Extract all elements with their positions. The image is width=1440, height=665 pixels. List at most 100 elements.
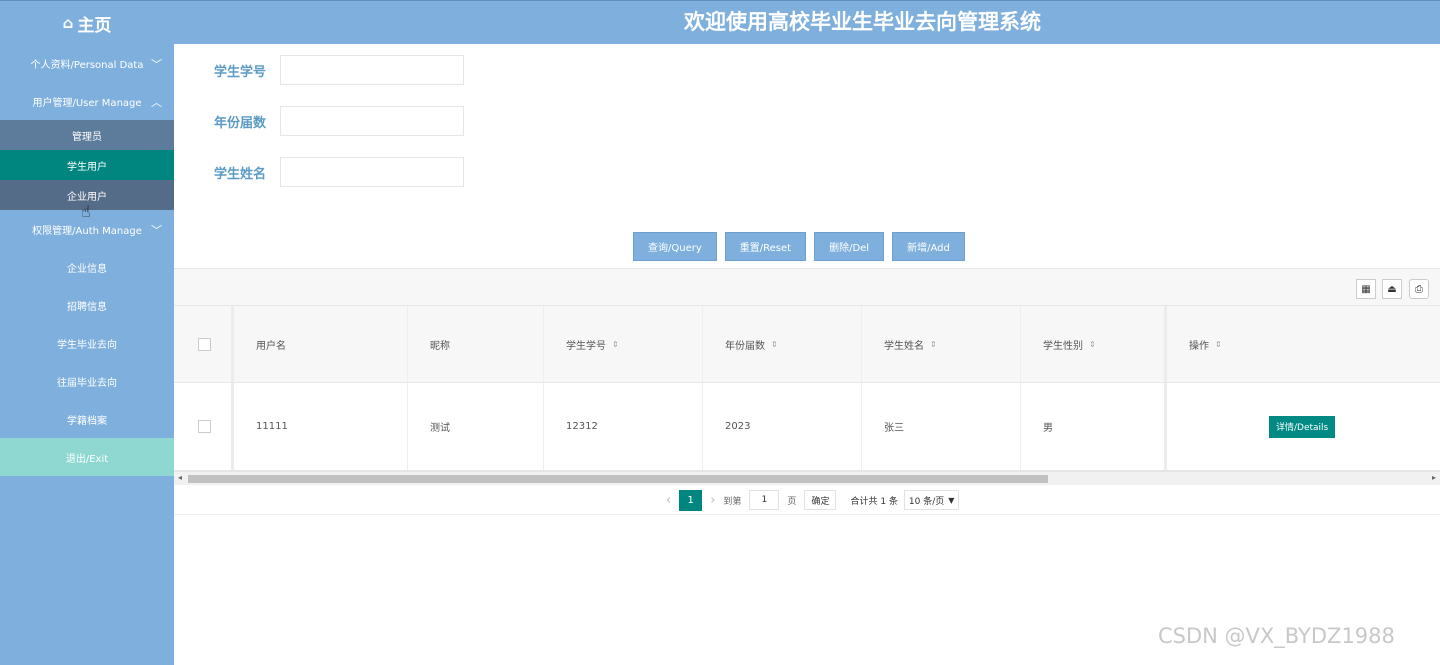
column-header-username[interactable]: 用户名 (234, 306, 408, 382)
chevron-down-icon: ▼ (948, 495, 955, 505)
horizontal-scrollbar[interactable]: ◂ ▸ (174, 471, 1440, 485)
cell-username: 11111 (234, 383, 408, 470)
export-icon[interactable]: ⏏ (1382, 279, 1402, 299)
column-header-actions[interactable]: 操作 ⇕ (1167, 306, 1440, 382)
hand-cursor-icon: ☝ (81, 202, 91, 221)
divider (174, 514, 1440, 515)
sidebar-item-exit[interactable]: 退出/Exit (0, 438, 174, 476)
sidebar-item-label: 个人资料/Personal Data (30, 59, 144, 71)
data-table: 用户名 昵称 学生学号 ⇕ 年份届数 ⇕ 学生姓名 ⇕ 学生性别 ⇕ 操作 ⇕ … (174, 306, 1440, 471)
sort-icon[interactable]: ⇕ (1215, 340, 1222, 349)
column-header-gender[interactable]: 学生性别 ⇕ (1021, 306, 1167, 382)
sidebar-item-personal-data[interactable]: 个人资料/Personal Data ﹀ (0, 44, 174, 82)
add-button[interactable]: 新增/Add (892, 232, 965, 261)
sidebar-item-label: 权限管理/Auth Manage (32, 225, 142, 237)
sort-icon[interactable]: ⇕ (930, 340, 937, 349)
cell-student-name: 张三 (862, 383, 1021, 470)
page-size-value: 10 条/页 (908, 496, 945, 507)
field-label: 学生姓名 (214, 166, 267, 182)
next-page-icon[interactable]: › (710, 493, 715, 508)
sidebar-item-graduate-destination[interactable]: 学生毕业去向 (0, 324, 174, 362)
sidebar: 个人资料/Personal Data ﹀ 用户管理/User Manage ︿ … (0, 44, 174, 665)
student-no-input[interactable] (280, 55, 464, 85)
watermark: CSDN @VX_BYDZ1988 (1158, 624, 1395, 648)
row-checkbox-cell (174, 383, 234, 470)
goto-page-input[interactable]: 1 (749, 490, 780, 510)
main-content: 学生学号 年份届数 学生姓名 查询/Query 重置/Reset 删除/Del … (174, 44, 1440, 665)
sort-icon[interactable]: ⇕ (612, 340, 619, 349)
delete-button[interactable]: 删除/Del (814, 232, 885, 261)
table-toolbar: ▦ ⏏ ⎙ (174, 268, 1440, 306)
column-header-student-no[interactable]: 学生学号 ⇕ (544, 306, 703, 382)
home-icon: ⌂ (62, 14, 74, 32)
cell-year: 2023 (703, 383, 862, 470)
year-input[interactable] (280, 106, 464, 136)
reset-button[interactable]: 重置/Reset (724, 232, 807, 261)
table-header-row: 用户名 昵称 学生学号 ⇕ 年份届数 ⇕ 学生姓名 ⇕ 学生性别 ⇕ 操作 ⇕ (174, 306, 1440, 383)
table-row: 11111 测试 12312 2023 张三 男 详情/Details (174, 383, 1440, 471)
sidebar-item-student-records[interactable]: 学籍档案 (0, 400, 174, 438)
action-buttons: 查询/Query 重置/Reset 删除/Del 新增/Add (633, 232, 965, 261)
chevron-down-icon: ﹀ (151, 224, 162, 237)
column-header-label: 昵称 (430, 340, 450, 352)
cell-gender: 男 (1021, 383, 1167, 470)
select-all-checkbox[interactable] (198, 337, 211, 351)
chevron-down-icon: ﹀ (151, 58, 162, 71)
home-label: 主页 (77, 15, 112, 36)
row-checkbox[interactable] (198, 420, 211, 433)
header-checkbox-cell (174, 306, 234, 382)
column-header-label: 年份届数 (725, 340, 765, 352)
sidebar-subitem-label: 学生用户 (67, 161, 107, 173)
query-button[interactable]: 查询/Query (633, 232, 717, 261)
column-header-label: 学生姓名 (884, 340, 924, 352)
sidebar-item-label: 企业信息 (67, 263, 107, 275)
scroll-left-icon[interactable]: ◂ (178, 473, 182, 482)
column-header-label: 用户名 (256, 340, 286, 352)
column-header-nickname[interactable]: 昵称 (408, 306, 544, 382)
cell-student-no: 12312 (544, 383, 703, 470)
goto-label: 到第 (723, 496, 742, 507)
goto-confirm-button[interactable]: 确定 (804, 490, 837, 510)
sidebar-item-label: 招聘信息 (67, 301, 107, 313)
sidebar-item-label: 学生毕业去向 (57, 339, 117, 351)
sidebar-item-label: 用户管理/User Manage (32, 97, 142, 109)
sidebar-item-label: 往届毕业去向 (57, 377, 117, 389)
sidebar-subitem-label: 管理员 (72, 131, 102, 143)
page-size-select[interactable]: 10 条/页 ▼ (903, 490, 960, 510)
search-field-student-name: 学生姓名 (214, 157, 464, 187)
search-field-year: 年份届数 (214, 106, 464, 136)
page-unit-label: 页 (787, 496, 797, 507)
field-label: 学生学号 (214, 64, 267, 80)
print-icon[interactable]: ⎙ (1409, 279, 1429, 299)
column-header-student-name[interactable]: 学生姓名 ⇕ (862, 306, 1021, 382)
scroll-right-icon[interactable]: ▸ (1432, 473, 1436, 482)
sidebar-subitem-admin[interactable]: 管理员 (0, 120, 174, 150)
field-label: 年份届数 (214, 115, 267, 131)
sidebar-item-recruitment[interactable]: 招聘信息 (0, 286, 174, 324)
sort-icon[interactable]: ⇕ (1089, 340, 1096, 349)
top-header: ⌂ 主页 欢迎使用高校毕业生毕业去向管理系统 (0, 0, 1440, 44)
system-title: 欢迎使用高校毕业生毕业去向管理系统 (684, 10, 1041, 34)
sidebar-item-user-manage[interactable]: 用户管理/User Manage ︿ (0, 82, 174, 120)
column-header-label: 学生学号 (566, 340, 606, 352)
sidebar-item-label: 退出/Exit (65, 453, 109, 465)
columns-filter-icon[interactable]: ▦ (1356, 279, 1376, 299)
total-count: 合计共 1 条 (850, 496, 898, 507)
sidebar-item-past-destination[interactable]: 往届毕业去向 (0, 362, 174, 400)
column-header-year[interactable]: 年份届数 ⇕ (703, 306, 862, 382)
cell-nickname: 测试 (408, 383, 544, 470)
home-link[interactable]: ⌂ 主页 (0, 1, 174, 45)
current-page[interactable]: 1 (679, 489, 703, 511)
search-field-student-no: 学生学号 (214, 55, 464, 85)
details-button[interactable]: 详情/Details (1269, 415, 1336, 438)
prev-page-icon[interactable]: ‹ (666, 493, 671, 508)
column-header-label: 学生性别 (1043, 340, 1083, 352)
sidebar-item-company-info[interactable]: 企业信息 (0, 248, 174, 286)
cell-actions: 详情/Details (1167, 383, 1440, 470)
chevron-up-icon: ︿ (151, 96, 162, 109)
sidebar-subitem-label: 企业用户 (67, 191, 107, 203)
scrollbar-thumb[interactable] (188, 475, 1048, 483)
sort-icon[interactable]: ⇕ (771, 340, 778, 349)
sidebar-subitem-student-users[interactable]: 学生用户 (0, 150, 174, 180)
student-name-input[interactable] (280, 157, 464, 187)
